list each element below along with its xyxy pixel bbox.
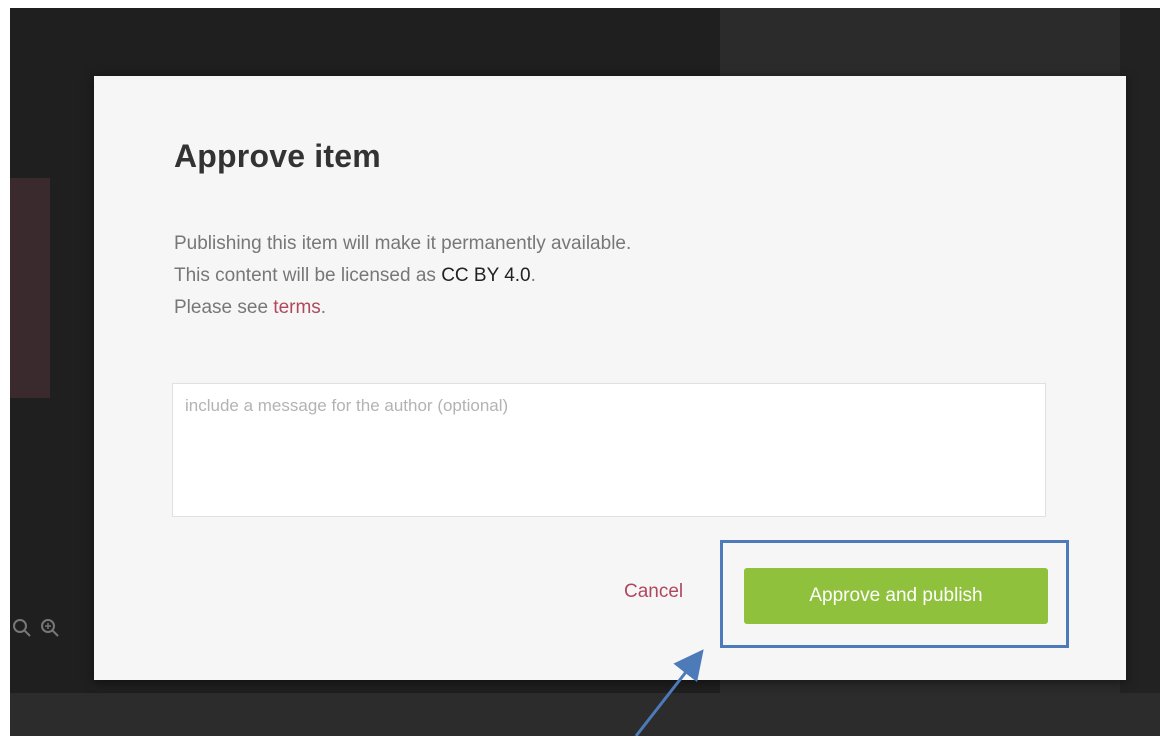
license-prefix: This content will be licensed as — [174, 265, 442, 286]
terms-link[interactable]: terms — [273, 297, 321, 318]
annotation-highlight-box — [720, 540, 1069, 648]
dialog-title: Approve item — [174, 138, 381, 174]
author-message-input[interactable] — [172, 383, 1046, 517]
license-notice: This content will be licensed as CC BY 4… — [174, 260, 631, 292]
background-bottom-bar — [10, 693, 1160, 736]
terms-prefix: Please see — [174, 297, 274, 318]
dialog-body: Publishing this item will make it perman… — [174, 228, 631, 324]
terms-suffix: . — [320, 297, 327, 318]
license-name: CC BY 4.0 — [441, 265, 531, 286]
cancel-button[interactable]: Cancel — [624, 581, 683, 603]
background-zoom-toolbar — [10, 608, 60, 648]
terms-notice: Please see terms. — [174, 292, 631, 324]
license-suffix: . — [530, 265, 536, 286]
zoom-out-icon[interactable] — [12, 618, 32, 638]
publish-notice: Publishing this item will make it perman… — [174, 233, 632, 254]
zoom-in-icon[interactable] — [40, 618, 60, 638]
background-right-edge — [1120, 8, 1160, 736]
background-image-fragment — [10, 178, 50, 398]
